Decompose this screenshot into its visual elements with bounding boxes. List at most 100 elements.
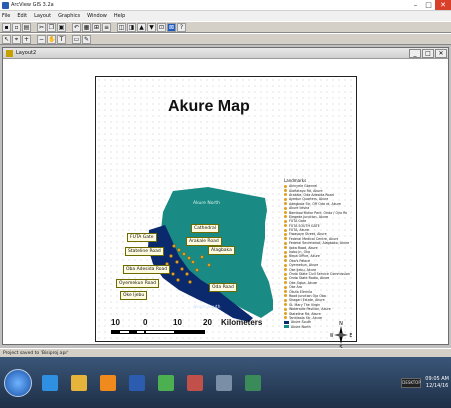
legend-item-label: Adegbola Str, Off Oda rd, Akure: [289, 201, 341, 206]
taskbar-word-button[interactable]: [124, 370, 150, 396]
layout-canvas[interactable]: Akure Map Akure North Akure South FUTA G…: [3, 60, 448, 350]
frame-tool-icon[interactable]: ▭: [72, 34, 81, 44]
menu-graphics[interactable]: Graphics: [58, 13, 80, 19]
landmark-symbol-icon: [284, 259, 287, 263]
place-label[interactable]: Oyemekun Road: [116, 279, 160, 288]
taskbar-folder-button[interactable]: [66, 370, 92, 396]
landmark-point[interactable]: [185, 272, 189, 276]
copy-icon[interactable]: ❐: [47, 22, 56, 32]
place-label[interactable]: Stateline Road: [125, 247, 164, 256]
landmark-point[interactable]: [175, 260, 179, 264]
landmark-point[interactable]: [187, 256, 191, 260]
landmark-point[interactable]: [182, 252, 186, 256]
map-legend[interactable]: Landmarks Akinyele Gbenrel Alafiatayo Rd,…: [284, 178, 356, 329]
zoom-actual-icon[interactable]: ⊠: [167, 22, 176, 32]
legend-items: Akinyele Gbenrel Alafiatayo Rd, Akure Arak…: [284, 184, 356, 320]
legend-item-label: Akure Ilesha: [289, 206, 310, 211]
place-label[interactable]: Oba Adesida Road: [123, 265, 171, 274]
legend-swatch-label: Akure North: [291, 324, 311, 329]
app-title: ArcView GIS 3.2a: [11, 2, 54, 8]
place-label[interactable]: FUTA Gate: [127, 233, 157, 242]
landmark-point[interactable]: [191, 260, 195, 264]
landmark-symbol-icon: [284, 250, 287, 254]
help-icon[interactable]: ?: [177, 22, 186, 32]
zoom-out-icon[interactable]: −: [37, 34, 46, 44]
scale-unit: Kilometers: [221, 318, 263, 327]
zoom-page-icon[interactable]: ⊡: [157, 22, 166, 32]
vertex-edit-icon[interactable]: ⌖: [12, 34, 21, 44]
layout-minimize-button[interactable]: _: [409, 49, 421, 58]
arcview-app-icon: [2, 1, 9, 9]
maximize-button[interactable]: □: [422, 0, 435, 10]
pan-icon[interactable]: ✋: [47, 34, 56, 44]
landmark-point[interactable]: [180, 267, 184, 271]
landmark-symbol-icon: [284, 193, 287, 197]
undo-icon[interactable]: ↶: [72, 22, 81, 32]
place-label[interactable]: Oda Road: [209, 283, 237, 292]
print-icon[interactable]: ▤: [22, 22, 31, 32]
landmark-point[interactable]: [171, 272, 175, 276]
front-icon[interactable]: ▲: [137, 22, 146, 32]
draw-tool-icon[interactable]: ✎: [82, 34, 91, 44]
save-icon[interactable]: ▪: [2, 22, 11, 32]
landmark-point[interactable]: [195, 268, 199, 272]
text-tool-icon[interactable]: T: [57, 34, 66, 44]
place-label[interactable]: Arakale Road: [186, 237, 222, 246]
landmark-point[interactable]: [207, 263, 211, 267]
taskbar-paint-button[interactable]: [182, 370, 208, 396]
snap-icon[interactable]: ⊞: [92, 22, 101, 32]
landmark-point[interactable]: [188, 280, 192, 284]
minimize-button[interactable]: –: [409, 0, 422, 10]
landmark-point[interactable]: [172, 244, 176, 248]
landmark-point[interactable]: [200, 255, 204, 259]
place-label[interactable]: Alagbaka: [208, 246, 235, 255]
zoom-in-icon[interactable]: +: [22, 34, 31, 44]
taskbar-chrome-button[interactable]: [153, 370, 179, 396]
legend-item-label: Akinyele Gbenrel: [289, 184, 318, 189]
layout-maximize-button[interactable]: □: [422, 49, 434, 58]
ungroup-icon[interactable]: ◨: [127, 22, 136, 32]
taskbar-media-player-button[interactable]: [95, 370, 121, 396]
taskbar-ie-button[interactable]: [37, 370, 63, 396]
new-layout-icon[interactable]: ▫: [12, 22, 21, 32]
landmark-symbol-icon: [284, 232, 287, 236]
legend-item-label: St. Mary The Virgin: [289, 302, 321, 307]
cut-icon[interactable]: ✂: [37, 22, 46, 32]
grid-icon[interactable]: ▦: [82, 22, 91, 32]
taskbar-files-button[interactable]: [211, 370, 237, 396]
menu-edit[interactable]: Edit: [17, 13, 27, 19]
pointer-icon[interactable]: ↖: [2, 34, 11, 44]
align-icon[interactable]: ≡: [102, 22, 111, 32]
landmark-symbol-icon: [284, 294, 287, 298]
back-icon[interactable]: ▼: [147, 22, 156, 32]
map-view[interactable]: Akure North Akure South: [3, 60, 448, 344]
group-icon[interactable]: ◫: [117, 22, 126, 32]
clock[interactable]: 09:05 AM 12/14/16: [425, 376, 449, 390]
legend-swatch-label: Akure South: [291, 320, 312, 325]
tool-toolbar: ↖ ⌖ + − ✋ T ▭ ✎: [0, 33, 451, 45]
ie-icon: [42, 374, 58, 391]
landmark-symbol-icon: [284, 316, 287, 320]
menu-layout[interactable]: Layout: [34, 13, 51, 19]
close-button[interactable]: ✕: [435, 0, 451, 10]
taskbar-arcview-button[interactable]: [240, 370, 266, 396]
place-label[interactable]: Cathedral: [191, 224, 219, 233]
menu-help[interactable]: Help: [114, 13, 125, 19]
start-button[interactable]: [4, 368, 32, 397]
landmark-point[interactable]: [177, 248, 181, 252]
window-controls: – □ ✕: [409, 0, 451, 11]
landmark-point[interactable]: [176, 278, 180, 282]
layout-close-button[interactable]: ✕: [435, 49, 447, 58]
menu-file[interactable]: File: [2, 13, 10, 19]
legend-item-label: Ayedun Quarters, Akure: [289, 197, 329, 202]
landmark-point[interactable]: [169, 254, 173, 258]
landmark-symbol-icon: [284, 312, 287, 316]
north-arrow[interactable]: N S W E: [330, 320, 352, 350]
place-label[interactable]: Oke Ijebu: [120, 291, 148, 300]
show-desktop-button[interactable]: DESKTOP: [401, 377, 422, 388]
legend-item-label: Road Junction Oja Oba: [289, 293, 326, 298]
toolbar-separator: [67, 35, 71, 44]
paste-icon[interactable]: ▣: [57, 22, 66, 32]
menu-window[interactable]: Window: [87, 13, 107, 19]
title-bar: ArcView GIS 3.2a – □ ✕: [0, 0, 451, 11]
